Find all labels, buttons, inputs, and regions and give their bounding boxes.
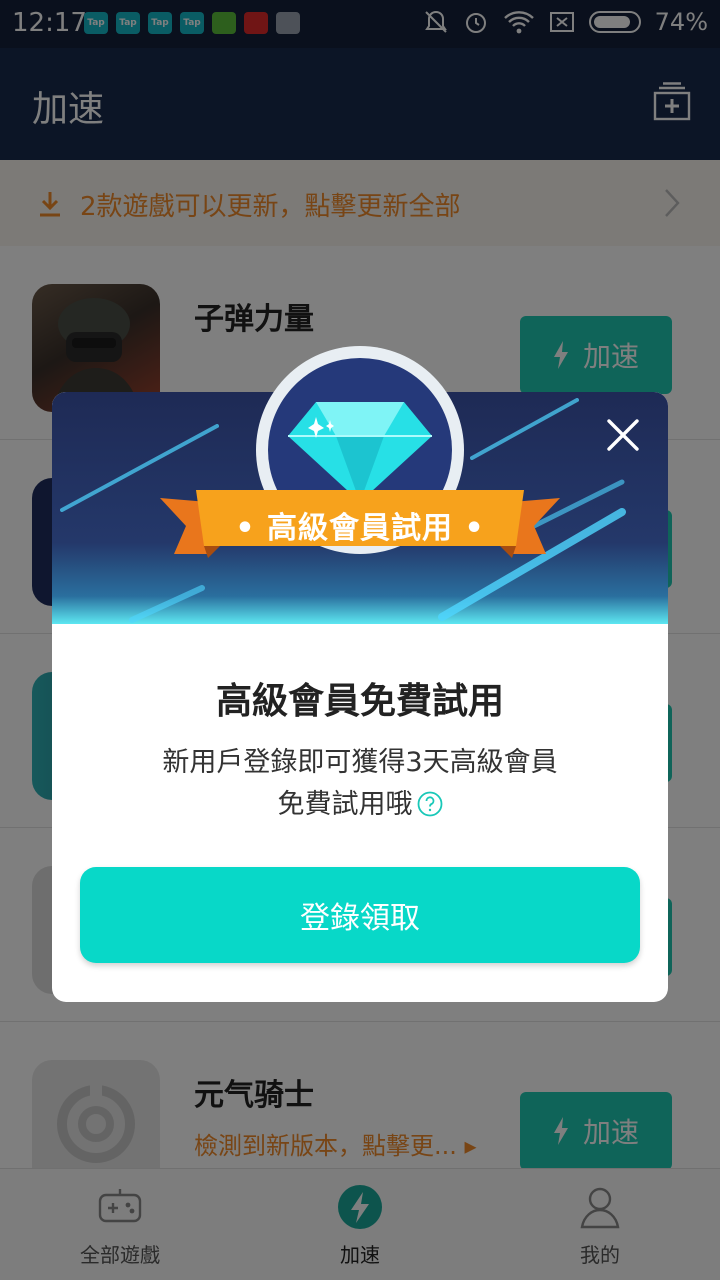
help-icon[interactable] (417, 791, 443, 817)
ribbon-badge-text: • 高級會員試用 • (235, 511, 485, 546)
dialog-desc-line1: 新用戶登錄即可獲得3天高級會員 (162, 747, 558, 778)
dialog-desc-line2-text: 免費試用哦 (277, 789, 413, 820)
dialog-description: 新用戶登錄即可獲得3天高級會員 免費試用哦 (52, 742, 668, 826)
dialog-desc-line2: 免費試用哦 (52, 784, 668, 826)
dialog-title: 高級會員免費試用 (215, 681, 504, 722)
close-icon[interactable] (606, 418, 640, 452)
login-claim-button[interactable]: 登錄領取 (80, 867, 640, 963)
